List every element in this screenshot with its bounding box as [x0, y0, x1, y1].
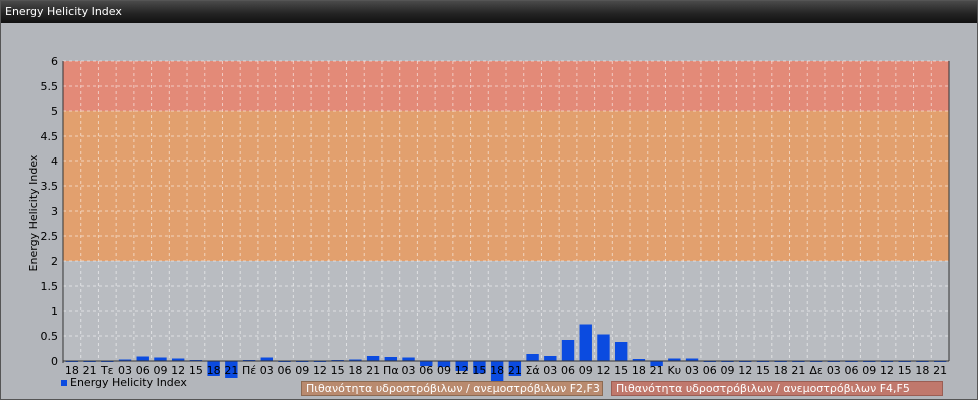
x-tick-label-41: 21	[791, 364, 805, 377]
x-tick-label-37: 09	[721, 364, 735, 377]
y-tick-label-7: 3.5	[41, 180, 59, 193]
x-tick-label-47: 15	[898, 364, 912, 377]
x-tick-label-35: 03	[685, 364, 699, 377]
x-tick-label-28: 06	[561, 364, 575, 377]
chart-window: Energy Helicity Index 0 0.5 1 1.5 2 2.5 3 3.5 4 4…	[0, 0, 978, 400]
x-tick-label-36: 06	[703, 364, 717, 377]
x-tick-label-8: 18	[207, 364, 221, 377]
y-tick-label-12: 6	[51, 55, 58, 68]
y-axis-label: Energy Helicity Index	[27, 154, 40, 271]
x-tick-label-21: 09	[437, 364, 451, 377]
x-tick-label-18: Πα	[383, 364, 399, 377]
legend-series-label: Energy Helicity Index	[70, 376, 187, 389]
x-tick-label-16: 18	[348, 364, 362, 377]
window-title: Energy Helicity Index	[1, 1, 977, 23]
x-tick-label-14: 12	[313, 364, 327, 377]
x-tick-label-23: 15	[472, 364, 486, 377]
y-tick-label-4: 2	[51, 255, 58, 268]
legend-zone-f4f5: Πιθανότητα υδροστρόβιλων / ανεμοστρόβιλω…	[611, 381, 943, 396]
legend-zone-f2f3-label: Πιθανότητα υδροστρόβιλων / ανεμοστρόβιλω…	[306, 382, 600, 395]
x-tick-label-39: 15	[756, 364, 770, 377]
legend-zone-f4f5-label: Πιθανότητα υδροστρόβιλων / ανεμοστρόβιλω…	[616, 382, 910, 395]
x-tick-label-12: 06	[278, 364, 292, 377]
bar-29	[579, 324, 592, 361]
x-tick-label-49: 21	[933, 364, 947, 377]
x-tick-label-9: 21	[224, 364, 238, 377]
y-tick-label-10: 5	[51, 105, 58, 118]
x-tick-label-43: 03	[827, 364, 841, 377]
legend-series: Energy Helicity Index	[61, 376, 187, 389]
bar-26	[526, 354, 539, 361]
x-tick-label-17: 21	[366, 364, 380, 377]
x-tick-label-26: Σά	[525, 364, 539, 377]
bar-31	[614, 342, 628, 361]
bar-28	[561, 340, 575, 361]
bar-17	[366, 356, 380, 361]
y-tick-label-6: 3	[51, 205, 58, 218]
x-tick-label-44: 06	[845, 364, 859, 377]
legend-swatch	[61, 380, 67, 386]
x-tick-label-25: 21	[508, 364, 522, 377]
y-tick-label-0: 0	[51, 355, 58, 368]
x-tick-label-33: 21	[650, 364, 664, 377]
x-tick-label-30: 12	[596, 364, 610, 377]
y-tick-label-2: 1	[51, 305, 58, 318]
x-tick-label-40: 18	[774, 364, 788, 377]
bar-30	[597, 334, 610, 361]
x-tick-label-27: 03	[543, 364, 557, 377]
bar-5	[154, 357, 167, 361]
x-tick-label-48: 18	[915, 364, 929, 377]
y-tick-label-8: 4	[51, 155, 58, 168]
y-tick-label-9: 4.5	[41, 130, 59, 143]
bar-19	[402, 357, 415, 361]
x-tick-label-45: 09	[862, 364, 876, 377]
bar-11	[260, 357, 273, 361]
x-tick-label-10: Πέ	[242, 364, 256, 377]
x-tick-label-46: 12	[880, 364, 894, 377]
y-tick-label-1: 0.5	[41, 330, 59, 343]
x-tick-label-15: 15	[331, 364, 345, 377]
y-tick-label-5: 2.5	[41, 230, 59, 243]
legend-zone-f2f3: Πιθανότητα υδροστρόβιλων / ανεμοστρόβιλω…	[301, 381, 603, 396]
bar-18	[384, 357, 398, 361]
bar-4	[136, 356, 149, 361]
x-tick-label-29: 09	[579, 364, 593, 377]
x-tick-label-7: 15	[189, 364, 203, 377]
x-tick-label-32: 18	[632, 364, 646, 377]
x-tick-label-19: 03	[402, 364, 416, 377]
x-tick-label-11: 03	[260, 364, 274, 377]
x-tick-label-24: 18	[490, 364, 504, 377]
y-tick-label-3: 1.5	[41, 280, 59, 293]
y-tick-label-11: 5.5	[41, 80, 59, 93]
x-tick-label-42: Δε	[809, 364, 823, 377]
x-tick-label-31: 15	[614, 364, 628, 377]
bar-27	[544, 356, 557, 361]
x-tick-label-38: 12	[738, 364, 752, 377]
ehi-chart: 00.511.522.533.544.555.56 18 21 Τε 03 06 09 12…	[27, 55, 950, 382]
x-tick-label-34: Κυ	[668, 364, 682, 377]
x-tick-label-22: 12	[455, 364, 469, 377]
x-tick-label-13: 09	[295, 364, 309, 377]
x-tick-label-20: 06	[419, 364, 433, 377]
